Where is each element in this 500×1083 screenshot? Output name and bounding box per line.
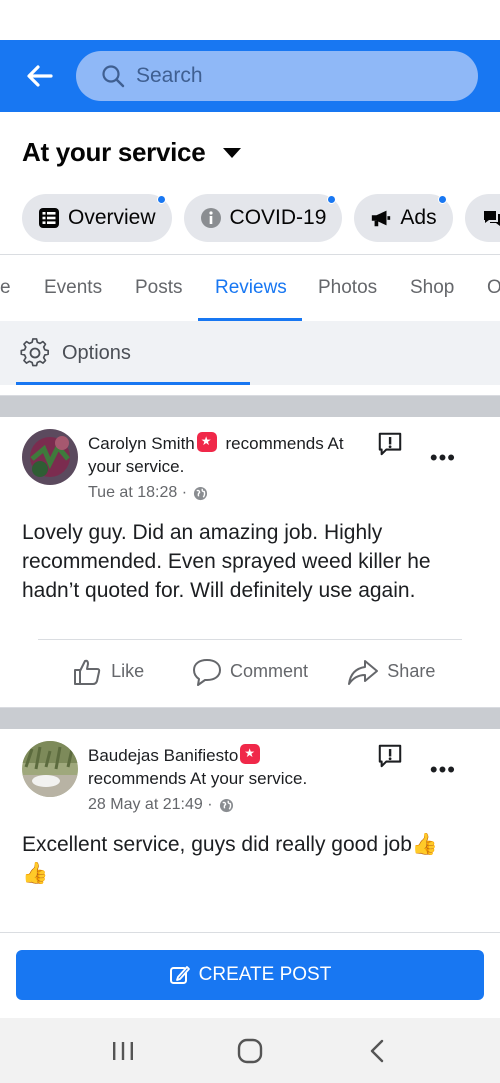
home-icon (237, 1038, 263, 1063)
notification-dot (437, 195, 447, 204)
page-title-row[interactable]: At your service (0, 112, 500, 192)
author-name[interactable]: Baudejas Banifiesto (88, 746, 238, 765)
author-name[interactable]: Carolyn Smith (88, 434, 195, 453)
like-button[interactable]: Like (38, 658, 179, 686)
back-button[interactable] (22, 58, 58, 94)
timestamp-text[interactable]: 28 May at 21:49 · (88, 796, 213, 814)
recommends-text: recommends At (225, 434, 344, 453)
share-label: Share (387, 661, 436, 681)
review-post: Carolyn Smith recommends At your service… (0, 417, 500, 707)
like-label: Like (111, 661, 145, 681)
thumbs-up-emoji: 👍 (22, 862, 49, 885)
comment-button[interactable]: Comment (179, 658, 320, 686)
thumbs-up-emoji: 👍 (411, 833, 439, 856)
chip-overview[interactable]: Overview (22, 194, 172, 242)
globe-icon (219, 798, 233, 812)
post-header: Baudejas Banifiesto recommends At your s… (0, 729, 500, 814)
post-text-body: Excellent service, guys did really good … (22, 833, 412, 856)
comment-label: Comment (229, 661, 308, 681)
section-separator (0, 707, 500, 729)
post-actions: Like Comment Share (38, 639, 462, 703)
options-label: Options (62, 341, 131, 364)
more-options-icon[interactable]: ••• (430, 757, 456, 783)
post-meta: Baudejas Banifiesto recommends At your s… (88, 741, 307, 814)
share-button[interactable]: Share (321, 658, 462, 686)
chip-covid[interactable]: COVID-19 (183, 194, 343, 242)
section-separator (0, 395, 500, 417)
post-header: Carolyn Smith recommends At your service… (0, 417, 500, 502)
comment-icon (192, 658, 221, 686)
chip-ads[interactable]: Ads (354, 194, 453, 242)
page-chips: Overview COVID-19 Ads (0, 192, 500, 244)
create-post-button[interactable]: CREATE POST (16, 950, 484, 1000)
chip-label: COVID-19 (229, 206, 327, 229)
recommend-badge-icon (240, 744, 261, 764)
status-bar (0, 0, 500, 40)
notification-dot (156, 195, 166, 204)
search-input[interactable] (136, 64, 436, 88)
page-link[interactable]: your service. (88, 457, 184, 476)
globe-icon (193, 486, 208, 500)
search-icon (102, 65, 125, 88)
recommend-badge-icon (196, 432, 217, 452)
timestamp-text[interactable]: Tue at 18:28 · (88, 484, 187, 502)
megaphone-icon (370, 207, 392, 229)
info-icon (200, 207, 222, 229)
chevron-left-icon (370, 1039, 383, 1062)
tab-events[interactable]: Events (44, 255, 102, 321)
report-icon[interactable] (376, 743, 404, 769)
tab-shop[interactable]: Shop (410, 255, 454, 321)
list-icon (38, 207, 60, 229)
search-box[interactable] (76, 51, 478, 101)
avatar[interactable] (22, 741, 78, 797)
edit-icon (169, 966, 190, 984)
post-text: Excellent service, guys did really good … (0, 814, 500, 888)
chip-label: Ads (400, 206, 437, 229)
back-arrow-icon (27, 65, 53, 87)
tab-partial-right[interactable]: O (487, 255, 500, 321)
post-text: Lovely guy. Did an amazing job. Highly r… (22, 521, 431, 602)
caret-down-icon[interactable] (223, 148, 242, 158)
tab-posts[interactable]: Posts (135, 255, 183, 321)
spacer (0, 385, 500, 395)
chip-label: Overview (68, 206, 156, 229)
create-post-bar: CREATE POST (0, 932, 500, 1018)
recent-apps-button[interactable] (93, 1026, 153, 1076)
thumbs-up-icon (74, 659, 101, 685)
post-timestamp: 28 May at 21:49 · (88, 796, 307, 814)
home-button[interactable] (220, 1026, 280, 1076)
tab-reviews[interactable]: Reviews (215, 255, 287, 321)
gear-icon (20, 338, 49, 367)
system-nav-bar (0, 1018, 500, 1083)
options-bar[interactable]: Options (0, 321, 500, 385)
top-bar (0, 40, 500, 112)
page-tabs: e Events Posts Reviews Photos Shop O (0, 255, 500, 321)
tab-partial-left[interactable]: e (0, 255, 11, 321)
messenger-icon (481, 207, 500, 229)
recent-apps-icon (113, 1041, 134, 1060)
post-meta: Carolyn Smith recommends At your service… (88, 429, 344, 502)
page-title: At your service (22, 136, 206, 167)
create-post-label: CREATE POST (198, 964, 332, 985)
notification-dot (327, 195, 337, 204)
avatar[interactable] (22, 429, 78, 485)
back-nav-button[interactable] (347, 1026, 407, 1076)
review-post: Baudejas Banifiesto recommends At your s… (0, 729, 500, 949)
recommends-text: recommends At your service. (88, 769, 308, 788)
post-headline: Baudejas Banifiesto recommends At your s… (88, 744, 307, 790)
chip-messenger[interactable] (464, 194, 500, 242)
post-timestamp: Tue at 18:28 · (88, 484, 344, 502)
share-icon (348, 659, 379, 685)
report-icon[interactable] (376, 431, 404, 457)
more-options-icon[interactable]: ••• (430, 445, 456, 471)
post-headline: Carolyn Smith recommends At your service… (88, 432, 344, 478)
tab-photos[interactable]: Photos (318, 255, 377, 321)
options-indicator (16, 382, 250, 385)
